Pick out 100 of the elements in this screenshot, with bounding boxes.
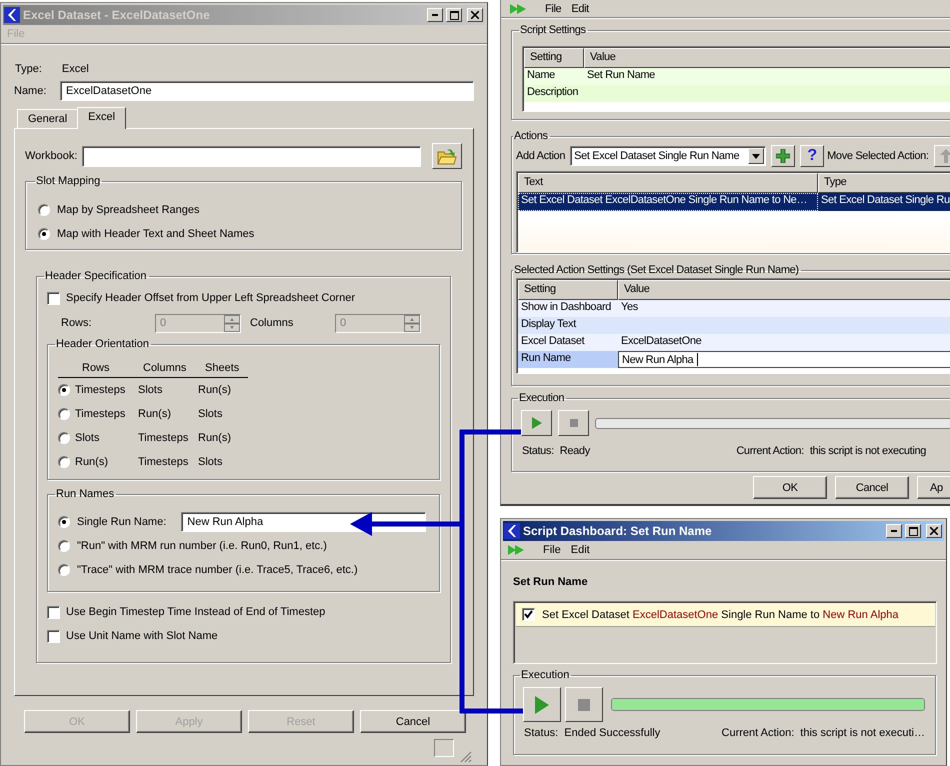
fast-forward-icon [507, 544, 525, 556]
tab[interactable]: Excel [77, 107, 126, 129]
field-label: Name: [14, 85, 48, 97]
help-button[interactable]: ? [800, 145, 824, 167]
table-cell: Run Name [518, 351, 618, 368]
checkbox[interactable] [47, 292, 60, 304]
option-label: Specify Header Offset from Upper Left Spreadsheet Corner [66, 292, 355, 304]
option-label: "Run" with MRM run number (i.e. Run0, Run1, etc.) [77, 540, 327, 552]
group-title: Execution [518, 392, 566, 404]
app-icon [504, 523, 520, 539]
column-header[interactable]: Text [518, 173, 818, 193]
script-heading: Set Run Name [513, 576, 589, 590]
maximize-button[interactable] [905, 524, 921, 538]
close-icon[interactable] [930, 527, 938, 535]
radio-button[interactable] [38, 204, 50, 216]
option-cell-text: Run(s) [198, 432, 232, 444]
minimize-button[interactable] [427, 8, 443, 22]
checkbox[interactable] [522, 608, 535, 621]
table-cell-text: Description [526, 85, 580, 100]
table-cell-text: ExcelDatasetOne [620, 334, 702, 349]
play-button[interactable] [523, 687, 561, 722]
checkbox[interactable] [47, 606, 60, 618]
option-label: Map by Spreadsheet Ranges [57, 204, 200, 216]
status-label: Status: [524, 727, 558, 739]
stop-button[interactable] [565, 687, 603, 722]
checkbox[interactable] [47, 630, 60, 642]
close-button[interactable] [926, 524, 942, 538]
menu-item[interactable]: File [543, 544, 561, 556]
close-icon[interactable] [471, 11, 479, 19]
option-cell-text: Run(s) [138, 408, 172, 420]
value-field[interactable]: New Run Alpha [618, 351, 950, 368]
option-label: "Trace" with MRM trace number (i.e. Trace5, Trace6, etc.) [77, 564, 358, 576]
current-action-value: this script is not executing [810, 445, 926, 457]
dialog-button[interactable]: Cancel [835, 476, 909, 499]
maximize-button[interactable] [446, 8, 462, 22]
option-cell-text: Slots [75, 432, 100, 444]
tab[interactable]: General [17, 109, 78, 128]
table-cell-text: Set Run Name [586, 68, 656, 83]
add-button[interactable] [771, 145, 796, 167]
menu-item[interactable]: File [545, 2, 562, 14]
option-cell-text: Run(s) [75, 456, 110, 468]
browse-button[interactable] [432, 143, 462, 169]
field-label: Rows: [61, 317, 93, 329]
close-button[interactable] [467, 8, 483, 22]
group-title: Header Specification [44, 270, 148, 282]
radio-button[interactable] [58, 456, 70, 468]
option-cell-text: Slots [198, 408, 224, 420]
option-cell-text: Slots [198, 456, 224, 468]
window-title: Excel Dataset - ExcelDatasetOne [23, 8, 211, 22]
dialog-button[interactable]: Ap [917, 476, 950, 499]
folder-icon [437, 147, 457, 165]
radio-button[interactable] [58, 516, 70, 528]
stop-icon [570, 419, 578, 427]
option-label: Single Run Name: [77, 516, 166, 528]
option-cell-text: Run(s) [198, 384, 232, 396]
radio-button[interactable] [58, 384, 70, 396]
column-header: Rows [81, 362, 111, 376]
radio-button[interactable] [38, 228, 50, 240]
fast-forward-icon [509, 2, 527, 14]
maximize-icon[interactable] [450, 10, 458, 20]
field-label: Type: [15, 63, 42, 75]
action-text: Set Excel Dataset ExcelDatasetOne Single Run Name to New Run Alpha [542, 608, 898, 620]
field-label: Workbook: [25, 150, 78, 162]
workbook-field[interactable] [82, 146, 421, 166]
field-value: New Run Alpha [622, 354, 694, 366]
minimize-button[interactable] [886, 524, 902, 538]
column-header[interactable]: Value [618, 280, 950, 300]
column-header[interactable]: Setting [518, 280, 618, 300]
radio-button[interactable] [58, 408, 70, 420]
run-name-field[interactable]: New Run Alpha [181, 512, 426, 532]
column-header[interactable]: Type [818, 173, 950, 193]
column-header: Sheets [204, 362, 240, 376]
window-title: Script Dashboard: Set Run Name [523, 524, 713, 538]
resize-grip-icon [460, 751, 472, 763]
play-button[interactable] [521, 410, 552, 436]
field-label: Move Selected Action: [827, 150, 929, 162]
radio-button[interactable] [58, 564, 70, 576]
dialog-button[interactable]: Cancel [360, 710, 466, 733]
dialog-button[interactable]: OK [753, 476, 827, 499]
radio-button[interactable] [58, 540, 70, 552]
group-title: Selected Action Settings (Set Excel Dataset Single Run Name) [513, 264, 800, 276]
table-cell-text: Set Excel Dataset Single Ru [820, 193, 950, 208]
type-value: Excel [62, 63, 89, 75]
menu-item[interactable]: Edit [571, 2, 589, 14]
current-action-label: Current Action: [722, 727, 794, 739]
maximize-icon[interactable] [908, 526, 918, 536]
plus-icon [776, 149, 790, 163]
menu-item[interactable]: Edit [570, 544, 590, 556]
stop-button[interactable] [558, 410, 589, 436]
current-action-value: this script is not executi… [800, 727, 925, 739]
column-header[interactable]: Setting [524, 48, 584, 68]
play-icon [535, 696, 549, 714]
column-header[interactable]: Value [584, 48, 950, 68]
status-value: Ended Successfully [564, 727, 660, 739]
radio-button[interactable] [58, 432, 70, 444]
action-dropdown[interactable]: Set Excel Dataset Single Run Name [570, 146, 766, 166]
table-row[interactable]: Set Excel Dataset ExcelDatasetOne Single Run Name to Ne… Set Excel Dataset Single Ru [518, 193, 950, 211]
option-label: Use Unit Name with Slot Name [66, 630, 218, 642]
option-label: Map with Header Text and Sheet Names [57, 228, 254, 240]
name-field[interactable]: ExcelDatasetOne [60, 81, 474, 101]
